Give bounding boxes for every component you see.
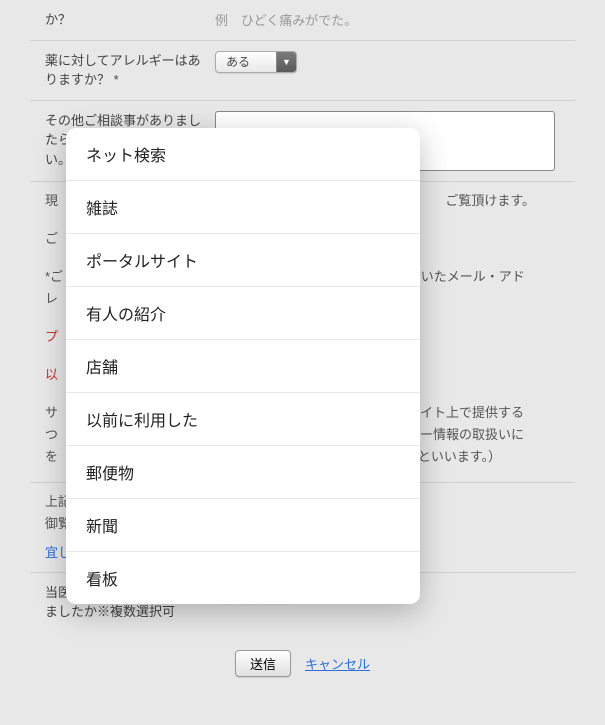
- pain-question-label-partial: か？: [45, 10, 215, 30]
- cancel-link[interactable]: キャンセル: [305, 654, 370, 673]
- popup-option-2[interactable]: ポータルサイト: [66, 234, 420, 287]
- submit-button[interactable]: 送信: [235, 650, 291, 677]
- allergy-label: 薬に対してアレルギーはありますか？ *: [45, 51, 215, 90]
- popup-option-6[interactable]: 郵便物: [66, 446, 420, 499]
- popup-option-8[interactable]: 看板: [66, 552, 420, 604]
- popup-option-0[interactable]: ネット検索: [66, 128, 420, 181]
- popup-option-5[interactable]: 以前に利用した: [66, 393, 420, 446]
- popup-option-4[interactable]: 店舗: [66, 340, 420, 393]
- pain-placeholder: 例 ひどく痛みがでた。: [215, 13, 357, 28]
- button-row: 送信 キャンセル: [30, 632, 575, 695]
- allergy-select-value: ある: [216, 52, 276, 72]
- pain-question-row: か？ 例 ひどく痛みがでた。: [30, 0, 575, 41]
- popup-option-3[interactable]: 有人の紹介: [66, 287, 420, 340]
- allergy-row: 薬に対してアレルギーはありますか？ * ある ▼: [30, 41, 575, 101]
- popup-option-1[interactable]: 雑誌: [66, 181, 420, 234]
- allergy-select[interactable]: ある ▼: [215, 51, 297, 73]
- popup-option-7[interactable]: 新聞: [66, 499, 420, 552]
- referral-options-popup: ネット検索雑誌ポータルサイト有人の紹介店舗以前に利用した郵便物新聞看板: [66, 128, 420, 604]
- chevron-down-icon: ▼: [276, 52, 296, 72]
